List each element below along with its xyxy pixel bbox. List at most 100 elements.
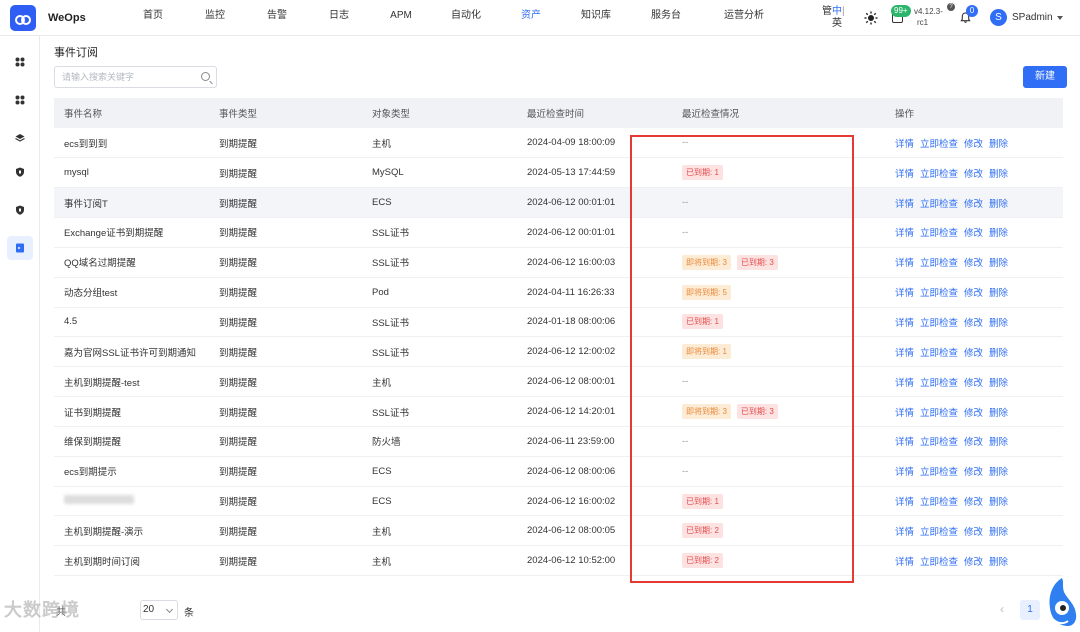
delete-link[interactable]: 删除 [989, 169, 1008, 180]
check-now-link[interactable]: 立即检查 [920, 497, 958, 508]
sidebar-security-icon[interactable] [7, 198, 33, 222]
edit-link[interactable]: 修改 [964, 228, 983, 239]
edit-link[interactable]: 修改 [964, 199, 983, 210]
nav-item-8[interactable]: 服务台 [630, 0, 702, 36]
delete-link[interactable]: 删除 [989, 318, 1008, 329]
search-icon[interactable] [201, 72, 210, 81]
edit-link[interactable]: 修改 [964, 467, 983, 478]
detail-link[interactable]: 详情 [895, 228, 914, 239]
check-now-link[interactable]: 立即检查 [920, 228, 958, 239]
nav-item-3[interactable]: 日志 [308, 0, 370, 36]
detail-link[interactable]: 详情 [895, 497, 914, 508]
table-row[interactable]: 主机到期时间订阅 到期提醒 主机 2024-06-12 10:52:00 已到期: 2详… [54, 546, 1063, 576]
sidebar-apps-icon[interactable] [7, 88, 33, 112]
edit-link[interactable]: 修改 [964, 318, 983, 329]
search-input[interactable] [62, 67, 202, 87]
delete-link[interactable]: 删除 [989, 199, 1008, 210]
check-now-link[interactable]: 立即检查 [920, 467, 958, 478]
detail-link[interactable]: 详情 [895, 139, 914, 150]
detail-link[interactable]: 详情 [895, 437, 914, 448]
check-now-link[interactable]: 立即检查 [920, 557, 958, 568]
edit-link[interactable]: 修改 [964, 497, 983, 508]
edit-link[interactable]: 修改 [964, 169, 983, 180]
nav-item-6[interactable]: 资产 [500, 0, 562, 36]
delete-link[interactable]: 删除 [989, 348, 1008, 359]
delete-link[interactable]: 删除 [989, 408, 1008, 419]
table-row[interactable]: 维保到期提醒 到期提醒 防火墙 2024-06-11 23:59:00 -- 详情 立即检查… [54, 426, 1063, 457]
lang-zh[interactable]: 中 [832, 6, 842, 17]
detail-link[interactable]: 详情 [895, 258, 914, 269]
detail-link[interactable]: 详情 [895, 557, 914, 568]
edit-link[interactable]: 修改 [964, 408, 983, 419]
table-row[interactable]: 证书到期提醒 到期提醒 SSL证书 2024-06-12 14:20:01 即将到期: … [54, 397, 1063, 427]
table-row[interactable]: QQ域名过期提醒 到期提醒 SSL证书 2024-06-12 16:00:03 即将到期… [54, 247, 1063, 278]
table-row[interactable]: ecs到到到 到期提醒 主机 2024-04-09 18:00:09 -- 详情 立即检查修… [54, 128, 1063, 158]
delete-link[interactable]: 删除 [989, 437, 1008, 448]
user-avatar[interactable]: S [990, 9, 1007, 26]
language-switch[interactable]: 管中| 英 [822, 6, 850, 30]
search-box[interactable] [54, 66, 217, 88]
table-row[interactable]: 动态分组test 到期提醒 Pod 2024-04-11 16:26:33 即将到期: … [54, 277, 1063, 308]
detail-link[interactable]: 详情 [895, 527, 914, 538]
delete-link[interactable]: 删除 [989, 467, 1008, 478]
delete-link[interactable]: 删除 [989, 557, 1008, 568]
page-size-select[interactable]: 20 [140, 600, 178, 620]
detail-link[interactable]: 详情 [895, 378, 914, 389]
help-icon[interactable]: ? [947, 3, 955, 11]
nav-item-0[interactable]: 首页 [122, 0, 184, 36]
delete-link[interactable]: 删除 [989, 228, 1008, 239]
table-row[interactable]: mysql 到期提醒 MySQL 2024-05-13 17:44:59 已到期: 1详… [54, 158, 1063, 188]
check-now-link[interactable]: 立即检查 [920, 348, 958, 359]
mascot-icon[interactable] [1042, 574, 1078, 630]
sidebar-grid-icon[interactable] [7, 50, 33, 74]
user-menu-chevron-down-icon[interactable] [1057, 16, 1063, 20]
nav-item-2[interactable]: 告警 [246, 0, 308, 36]
edit-link[interactable]: 修改 [964, 288, 983, 299]
check-now-link[interactable]: 立即检查 [920, 408, 958, 419]
table-row[interactable]: 到期提醒 ECS 2024-06-12 16:00:02 已到期: 1 详情 立即检查 修改… [54, 486, 1063, 516]
edit-link[interactable]: 修改 [964, 348, 983, 359]
sidebar-layers-icon[interactable] [7, 126, 33, 150]
detail-link[interactable]: 详情 [895, 169, 914, 180]
username[interactable]: SPadmin [1012, 12, 1053, 23]
nav-item-4[interactable]: APM [370, 0, 432, 36]
table-row[interactable]: Exchange证书到期提醒 到期提醒 SSL证书 2024-06-12 00:01:… [54, 218, 1063, 248]
delete-link[interactable]: 删除 [989, 258, 1008, 269]
check-now-link[interactable]: 立即检查 [920, 139, 958, 150]
check-now-link[interactable]: 立即检查 [920, 169, 958, 180]
edit-link[interactable]: 修改 [964, 258, 983, 269]
edit-link[interactable]: 修改 [964, 139, 983, 150]
nav-item-9[interactable]: 运营分析 [702, 0, 786, 36]
theme-sun-icon[interactable] [864, 11, 878, 25]
check-now-link[interactable]: 立即检查 [920, 258, 958, 269]
new-button[interactable]: 新建 [1023, 66, 1067, 88]
edit-link[interactable]: 修改 [964, 527, 983, 538]
delete-link[interactable]: 删除 [989, 527, 1008, 538]
table-row[interactable]: 事件订阅T 到期提醒 ECS 2024-06-12 00:01:01 -- 详情 立即检查修… [54, 187, 1063, 218]
weops-logo-icon[interactable] [10, 4, 36, 31]
delete-link[interactable]: 删除 [989, 139, 1008, 150]
check-now-link[interactable]: 立即检查 [920, 288, 958, 299]
nav-item-1[interactable]: 监控 [184, 0, 246, 36]
sidebar-shield-icon[interactable] [7, 160, 33, 184]
detail-link[interactable]: 详情 [895, 348, 914, 359]
lang-en[interactable]: 英 [822, 18, 842, 29]
edit-link[interactable]: 修改 [964, 378, 983, 389]
detail-link[interactable]: 详情 [895, 318, 914, 329]
nav-item-5[interactable]: 自动化 [432, 0, 500, 36]
detail-link[interactable]: 详情 [895, 467, 914, 478]
detail-link[interactable]: 详情 [895, 408, 914, 419]
table-row[interactable]: 嘉为官网SSL证书许可到期通知 到期提醒 SSL证书 2024-06-12 12:00… [54, 337, 1063, 367]
check-now-link[interactable]: 立即检查 [920, 199, 958, 210]
table-row[interactable]: 主机到期提醒-演示 到期提醒 主机 2024-06-12 08:00:05 已到期: 2… [54, 516, 1063, 546]
sidebar-subscription-icon[interactable] [7, 236, 33, 260]
delete-link[interactable]: 删除 [989, 378, 1008, 389]
nav-item-7[interactable]: 知识库 [562, 0, 630, 36]
table-row[interactable]: 主机到期提醒-test 到期提醒 主机 2024-06-12 08:00:01 -- 详情… [54, 367, 1063, 397]
table-row[interactable]: 4.5 到期提醒 SSL证书 2024-01-18 08:00:06 已到期: 1 详情立… [54, 307, 1063, 337]
check-now-link[interactable]: 立即检查 [920, 378, 958, 389]
detail-link[interactable]: 详情 [895, 199, 914, 210]
edit-link[interactable]: 修改 [964, 557, 983, 568]
delete-link[interactable]: 删除 [989, 288, 1008, 299]
table-row[interactable]: ecs到期提示 到期提醒 ECS 2024-06-12 08:00:06 -- 详情 立即检… [54, 456, 1063, 487]
